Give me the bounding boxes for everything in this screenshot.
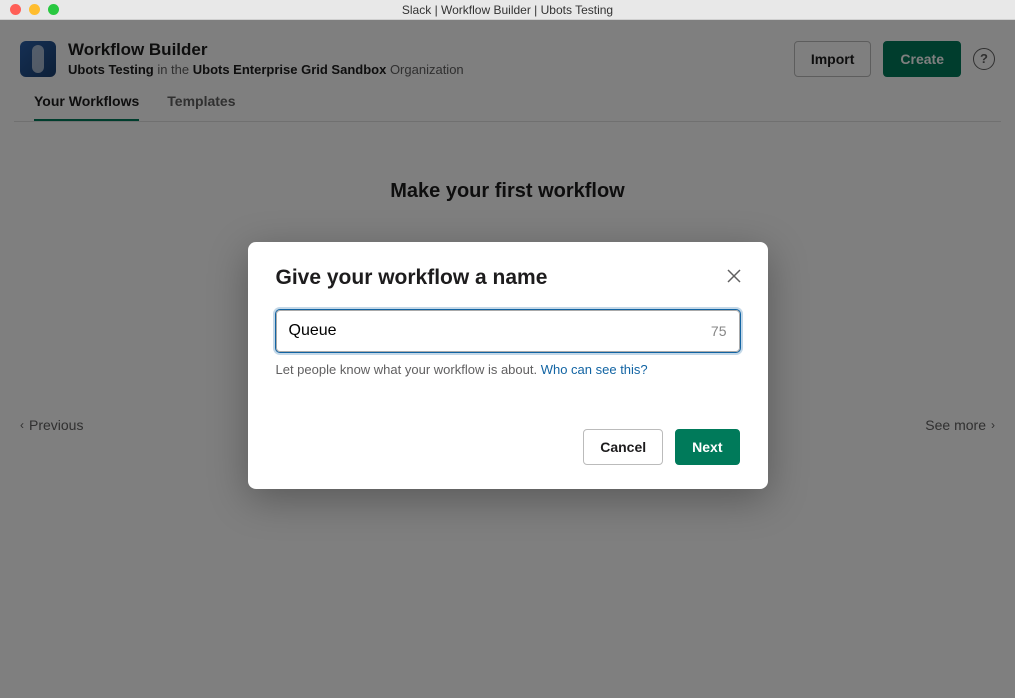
close-window-button[interactable] [10,4,21,15]
helper-plain: Let people know what your workflow is ab… [276,362,541,377]
modal-overlay[interactable]: Give your workflow a name 75 Let people … [0,20,1015,698]
workflow-name-input[interactable] [277,311,739,351]
x-icon [727,269,741,283]
traffic-lights [0,4,59,15]
name-workflow-modal: Give your workflow a name 75 Let people … [248,242,768,489]
helper-text: Let people know what your workflow is ab… [276,362,740,377]
workflow-name-input-wrap: 75 [276,310,740,352]
who-can-see-link[interactable]: Who can see this? [541,362,648,377]
modal-actions: Cancel Next [276,429,740,465]
window-title: Slack | Workflow Builder | Ubots Testing [402,3,613,17]
maximize-window-button[interactable] [48,4,59,15]
char-count: 75 [711,323,727,339]
close-icon[interactable] [722,264,746,288]
minimize-window-button[interactable] [29,4,40,15]
window-titlebar: Slack | Workflow Builder | Ubots Testing [0,0,1015,20]
cancel-button[interactable]: Cancel [583,429,663,465]
next-button[interactable]: Next [675,429,739,465]
modal-title: Give your workflow a name [276,266,740,290]
